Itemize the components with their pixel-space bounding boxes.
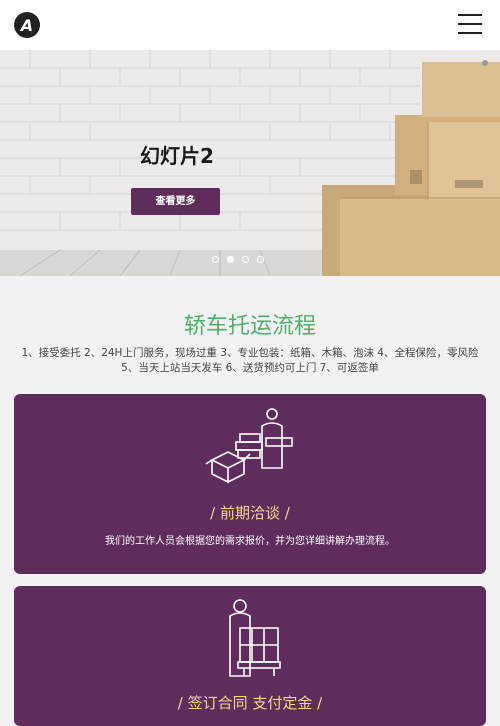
header: A bbox=[0, 0, 500, 50]
pallet-worker-icon bbox=[229, 599, 281, 677]
slide-dot-4[interactable] bbox=[257, 256, 264, 263]
delivery-worker-icon bbox=[205, 408, 293, 484]
slide-indicators bbox=[212, 256, 264, 263]
card-1-description: 我们的工作人员会根据您的需求报价，并为您详细讲解办理流程。 bbox=[105, 536, 395, 547]
section-description: 1、接受委托 2、24H上门服务，现场过重 3、专业包装：纸箱、木箱、泡沫 4、… bbox=[21, 347, 479, 374]
banner-background-image bbox=[0, 50, 500, 276]
card-1-title: / 前期洽谈 / bbox=[210, 504, 290, 522]
view-more-button[interactable]: 查看更多 bbox=[131, 188, 220, 215]
hero-banner: 幻灯片2 查看更多 bbox=[0, 50, 500, 276]
logo[interactable]: A bbox=[14, 12, 40, 38]
process-card-1: / 前期洽谈 / 我们的工作人员会根据您的需求报价，并为您详细讲解办理流程。 bbox=[14, 394, 486, 574]
slide-dot-1[interactable] bbox=[212, 256, 219, 263]
hamburger-menu-icon[interactable] bbox=[458, 14, 482, 34]
slide-dot-2[interactable] bbox=[227, 256, 234, 263]
banner-title: 幻灯片2 bbox=[140, 144, 214, 168]
logo-letter: A bbox=[20, 15, 34, 35]
process-card-2: / 签订合同 支付定金 / bbox=[14, 586, 486, 726]
slide-dot-3[interactable] bbox=[242, 256, 249, 263]
corner-dot bbox=[482, 60, 488, 66]
section-title: 轿车托运流程 bbox=[183, 314, 316, 339]
